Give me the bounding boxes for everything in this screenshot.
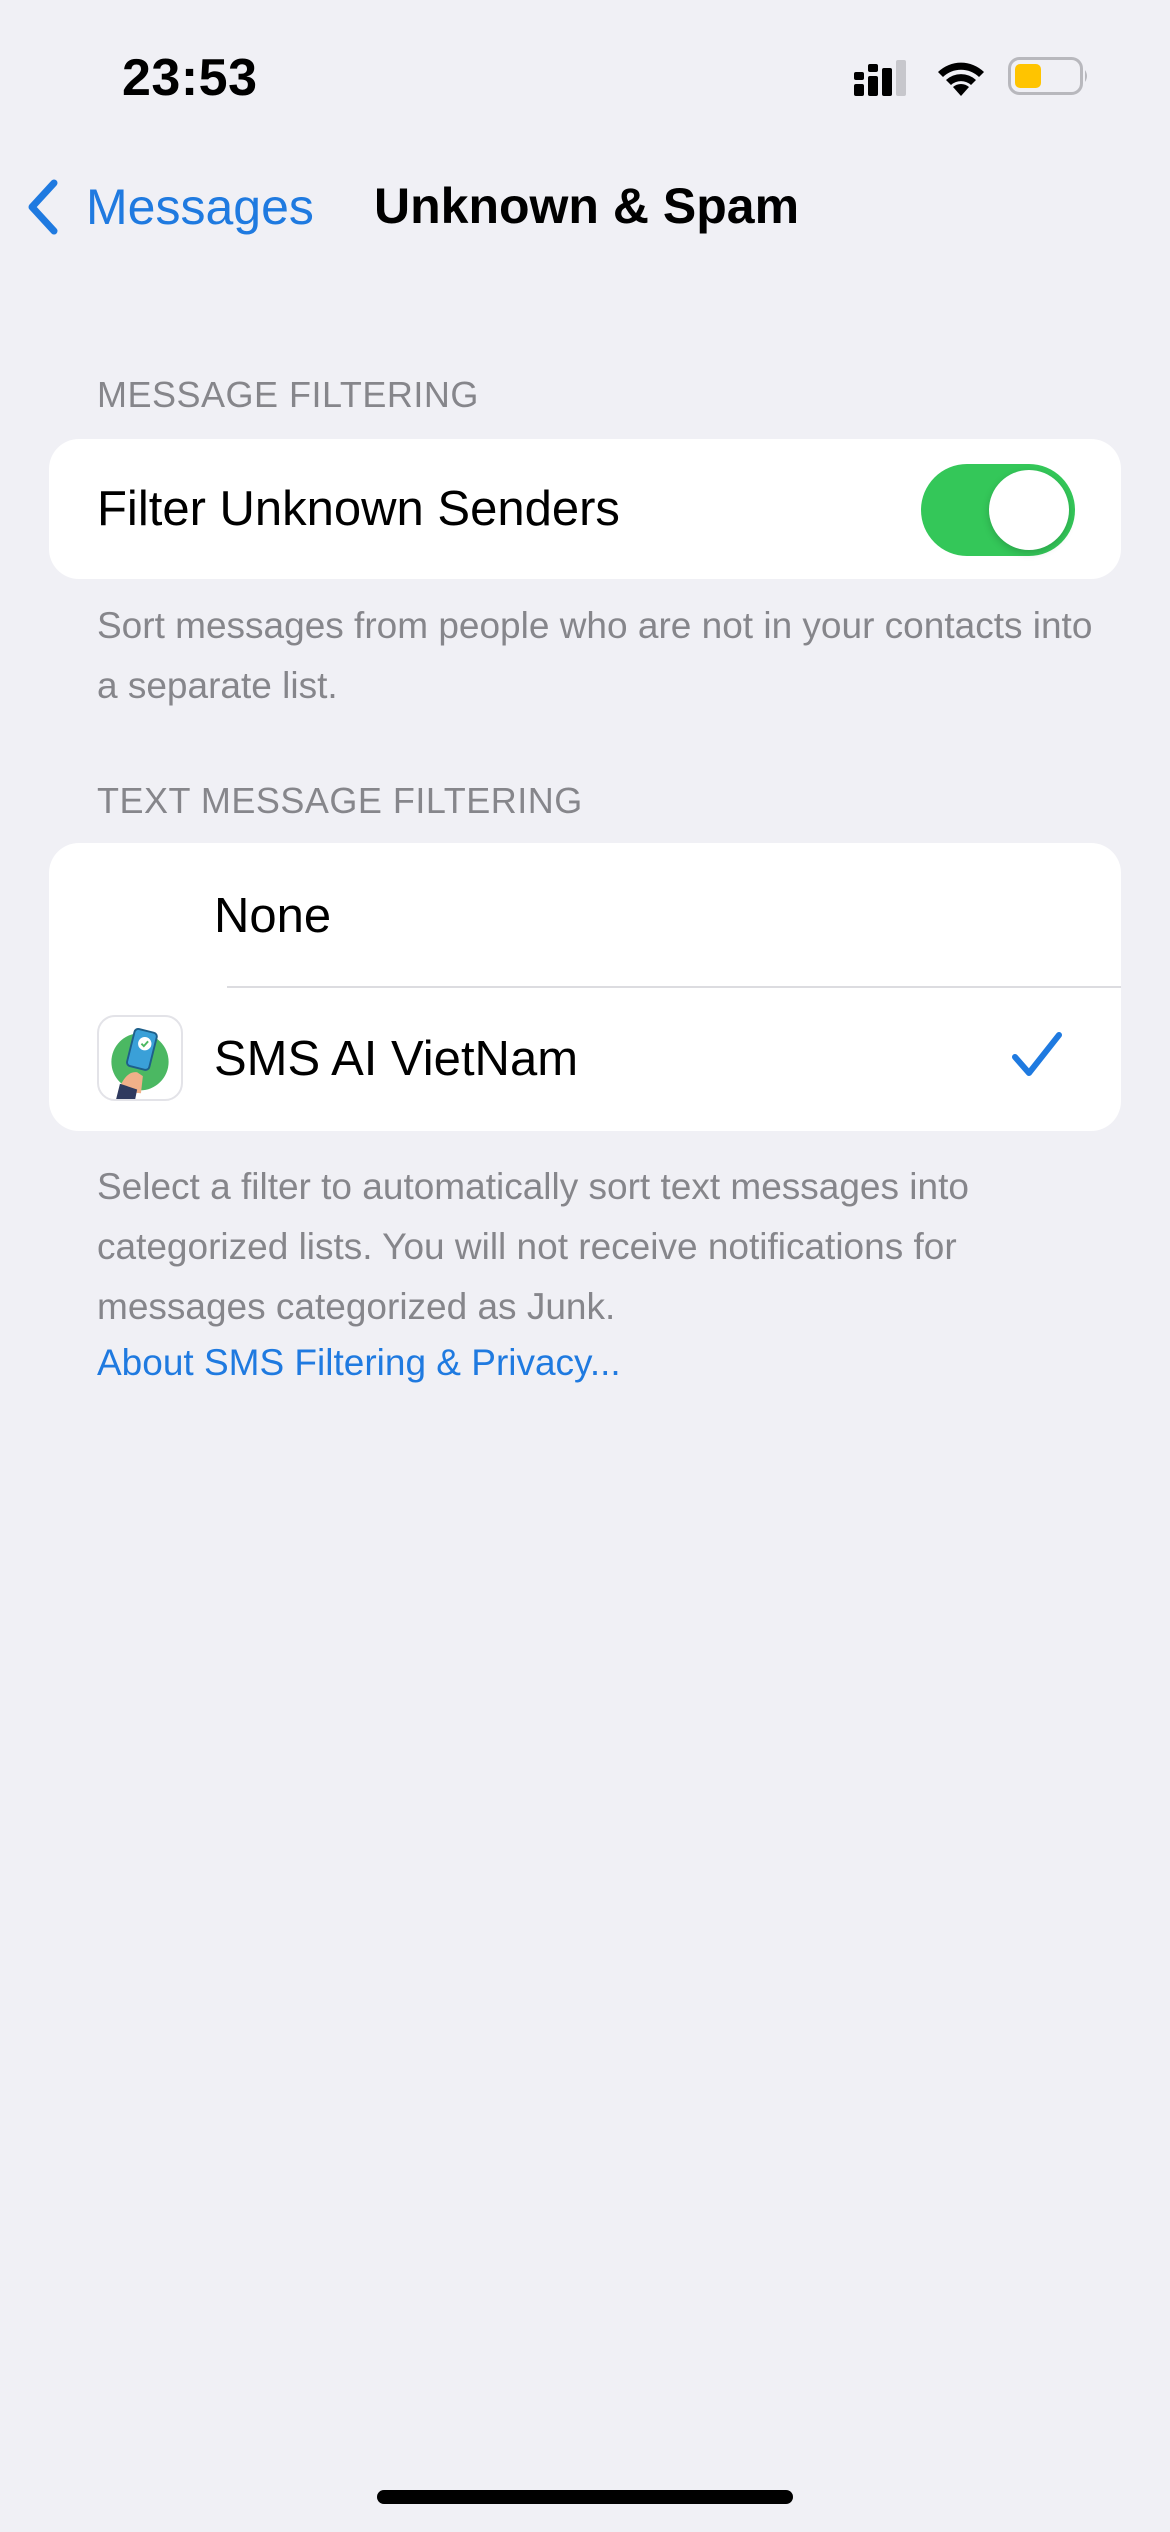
sms-ai-app-icon bbox=[97, 1015, 183, 1101]
checkmark-icon bbox=[1012, 1032, 1062, 1076]
section-header-text-message-filtering: TEXT MESSAGE FILTERING bbox=[97, 780, 583, 821]
back-button-label: Messages bbox=[86, 179, 314, 235]
filter-unknown-senders-toggle[interactable] bbox=[921, 464, 1075, 556]
section-header-message-filtering: MESSAGE FILTERING bbox=[97, 374, 479, 415]
status-time: 23:53 bbox=[122, 49, 258, 107]
message-filtering-card: Filter Unknown Senders bbox=[49, 439, 1121, 579]
sms-filter-footnote: Select a filter to automatically sort te… bbox=[97, 1166, 969, 1327]
toggle-knob bbox=[989, 470, 1069, 550]
filter-option-none[interactable]: None bbox=[49, 843, 1121, 986]
about-sms-filtering-link[interactable]: About SMS Filtering & Privacy... bbox=[97, 1342, 621, 1384]
filter-option-sms-ai-vietnam-label: SMS AI VietNam bbox=[214, 1032, 579, 1086]
cellular-signal-icon bbox=[854, 60, 906, 96]
text-message-filtering-card: None SMS AI VietNam bbox=[49, 843, 1121, 1131]
filter-option-none-label: None bbox=[214, 889, 332, 943]
chevron-left-icon bbox=[28, 179, 58, 235]
filter-unknown-senders-label: Filter Unknown Senders bbox=[97, 482, 620, 536]
back-button[interactable]: Messages bbox=[24, 172, 314, 242]
page-title: Unknown & Spam bbox=[374, 178, 800, 234]
wifi-icon bbox=[938, 62, 984, 96]
filter-unknown-footnote: Sort messages from people who are not in… bbox=[97, 605, 1093, 706]
battery-icon bbox=[1008, 57, 1087, 95]
filter-option-sms-ai-vietnam[interactable] bbox=[49, 988, 1121, 1131]
home-indicator[interactable] bbox=[377, 2490, 793, 2504]
